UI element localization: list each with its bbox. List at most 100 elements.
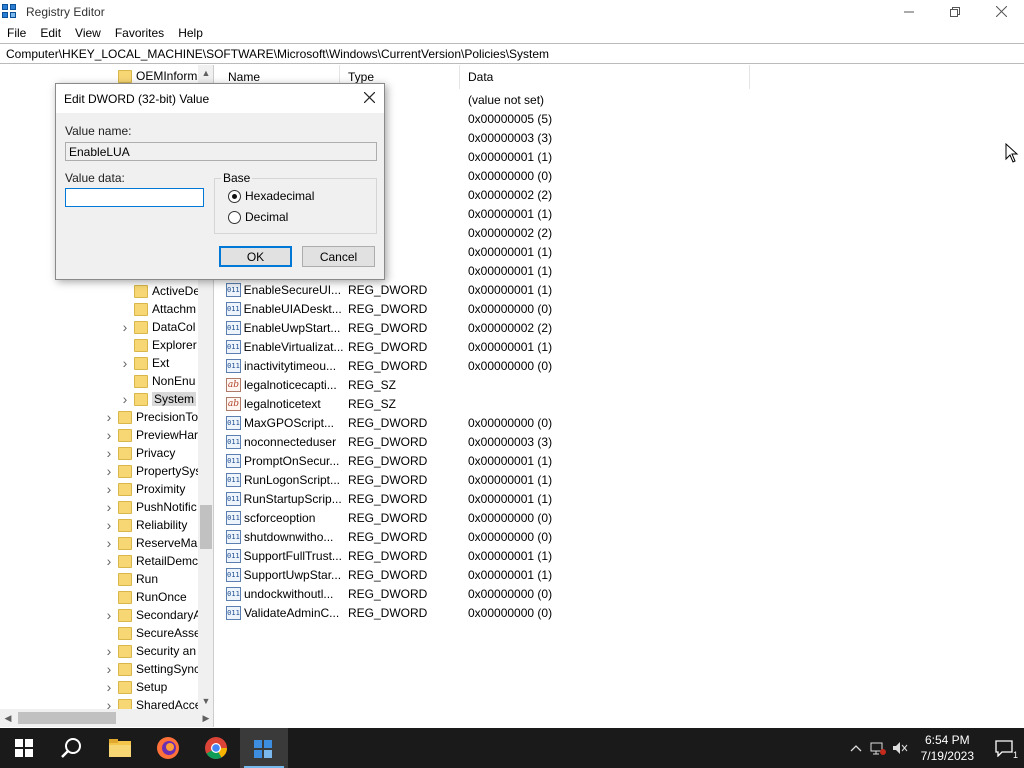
scroll-up-icon[interactable]: ▲ [198,65,213,81]
menu-view[interactable]: View [68,26,108,40]
chevron-right-icon[interactable]: › [104,409,114,425]
value-row[interactable]: ab legalnoticecapti... REG_SZ [220,375,660,394]
tree-item[interactable]: › PropertySys [104,462,202,480]
tree-item[interactable]: › Privacy [104,444,176,462]
value-name-text: legalnoticecapti... [244,377,337,392]
folder-icon [118,482,132,496]
tree-item[interactable]: Attachm [120,300,196,318]
file-explorer-taskbar-button[interactable] [96,728,144,768]
registry-editor-taskbar-button[interactable] [240,728,288,768]
value-row[interactable]: 011 RunStartupScrip... REG_DWORD 0x00000001… [220,489,660,508]
chevron-right-icon[interactable]: › [120,355,130,371]
value-row[interactable]: 011 undockwithoutl... REG_DWORD 0x00000000 … [220,584,660,603]
chevron-right-icon[interactable]: › [104,445,114,461]
menu-help[interactable]: Help [171,26,210,40]
start-button[interactable] [0,728,48,768]
tree-item[interactable]: › PreviewHar [104,426,198,444]
chevron-right-icon[interactable]: › [104,679,114,695]
value-row[interactable]: 011 EnableUwpStart... REG_DWORD 0x00000002 … [220,318,660,337]
tree-hscroll-thumb[interactable] [18,712,116,724]
network-tray-button[interactable] [867,728,889,768]
volume-tray-button[interactable] [889,728,911,768]
chevron-right-icon[interactable]: › [120,391,130,407]
cancel-button[interactable]: Cancel [302,246,375,267]
tree-item[interactable]: Run [104,570,158,588]
menu-favorites[interactable]: Favorites [108,26,171,40]
address-bar[interactable]: Computer\HKEY_LOCAL_MACHINE\SOFTWARE\Mic… [0,43,1024,64]
value-row[interactable]: 011 SupportUwpStar... REG_DWORD 0x00000001 … [220,565,660,584]
chevron-right-icon[interactable]: › [104,553,114,569]
value-row[interactable]: 011 noconnecteduser REG_DWORD 0x00000003 (3… [220,432,660,451]
scroll-down-icon[interactable]: ▼ [198,693,213,709]
tree-item[interactable]: › PrecisionTo [104,408,198,426]
tree-item[interactable]: › Setup [104,678,168,696]
tree-item[interactable]: › PushNotific [104,498,197,516]
scroll-left-icon[interactable]: ◀ [0,709,16,727]
tree-item[interactable]: › DataCol [120,318,196,336]
tree-item[interactable]: › System [120,390,197,408]
close-button[interactable] [978,0,1024,23]
value-row[interactable]: 011 EnableVirtualizat... REG_DWORD 0x000000… [220,337,660,356]
chevron-right-icon[interactable]: › [120,319,130,335]
value-row[interactable]: 011 RunLogonScript... REG_DWORD 0x00000001 … [220,470,660,489]
taskbar-clock[interactable]: 6:54 PM 7/19/2023 [911,732,984,764]
chevron-right-icon[interactable]: › [104,517,114,533]
ok-button[interactable]: OK [219,246,292,267]
show-hidden-icons-button[interactable] [845,728,867,768]
tree-horizontal-scrollbar[interactable]: ◀ ▶ [0,709,213,727]
hexadecimal-radio[interactable]: Hexadecimal [228,189,314,203]
value-row[interactable]: ab legalnoticetext REG_SZ [220,394,660,413]
menu-file[interactable]: File [0,26,33,40]
tree-item[interactable]: ActiveDe [120,282,200,300]
value-data-field[interactable] [65,188,204,207]
tree-item[interactable]: › SecondaryA [104,606,202,624]
value-row[interactable]: 011 PromptOnSecur... REG_DWORD 0x00000001 (… [220,451,660,470]
tree-item-label: SettingSync [136,662,201,676]
value-row[interactable]: 011 shutdownwitho... REG_DWORD 0x00000000 (… [220,527,660,546]
tree-item[interactable]: SecureAsse [104,624,201,642]
chevron-right-icon[interactable]: › [104,643,114,659]
chevron-right-icon[interactable]: › [104,427,114,443]
value-row[interactable]: 011 SupportFullTrust... REG_DWORD 0x0000000… [220,546,660,565]
chevron-right-icon[interactable]: › [104,463,114,479]
chrome-icon [205,737,227,759]
chevron-right-icon[interactable]: › [104,481,114,497]
scroll-right-icon[interactable]: ▶ [198,709,213,727]
tree-item[interactable]: NonEnu [120,372,195,390]
chrome-taskbar-button[interactable] [192,728,240,768]
tree-item[interactable]: › Ext [120,354,170,372]
value-row[interactable]: 011 scforceoption REG_DWORD 0x00000000 (0) [220,508,660,527]
tree-item[interactable]: › ReserveMar [104,534,202,552]
decimal-radio[interactable]: Decimal [228,210,288,224]
value-row[interactable]: 011 MaxGPOScript... REG_DWORD 0x00000000 (0… [220,413,660,432]
restore-button[interactable] [932,0,978,23]
tree-item[interactable]: Explorer [120,336,197,354]
value-row[interactable]: 011 EnableUIADeskt... REG_DWORD 0x00000000 … [220,299,660,318]
chevron-right-icon[interactable]: › [104,499,114,515]
value-name-text: RunStartupScrip... [243,491,342,506]
value-name-cell: 011 EnableUwpStart... [220,320,340,335]
menu-edit[interactable]: Edit [33,26,68,40]
value-row[interactable]: 011 inactivitytimeou... REG_DWORD 0x0000000… [220,356,660,375]
minimize-button[interactable] [886,0,932,23]
tree-item[interactable]: › Proximity [104,480,186,498]
tree-item[interactable]: RunOnce [104,588,187,606]
tree-item[interactable]: › RetailDemc [104,552,198,570]
column-data[interactable]: Data [460,65,750,89]
tree-item-label: PropertySys [136,464,202,478]
chevron-right-icon[interactable]: › [104,607,114,623]
value-name-field[interactable] [65,142,377,161]
chevron-right-icon[interactable]: › [104,535,114,551]
tree-scroll-thumb[interactable] [200,505,212,549]
tree-item[interactable]: › SettingSync [104,660,200,678]
dialog-close-button[interactable] [360,88,378,108]
tree-item[interactable]: › Reliability [104,516,188,534]
chevron-right-icon[interactable]: › [104,661,114,677]
value-row[interactable]: 011 EnableSecureUI... REG_DWORD 0x00000001 … [220,280,660,299]
firefox-taskbar-button[interactable] [144,728,192,768]
action-center-button[interactable]: 1 [984,728,1024,768]
tree-item[interactable]: › Security an [104,642,196,660]
value-row[interactable]: 011 ValidateAdminC... REG_DWORD 0x00000000 … [220,603,660,622]
title-bar: Registry Editor [0,0,1024,23]
search-button[interactable] [48,728,96,768]
